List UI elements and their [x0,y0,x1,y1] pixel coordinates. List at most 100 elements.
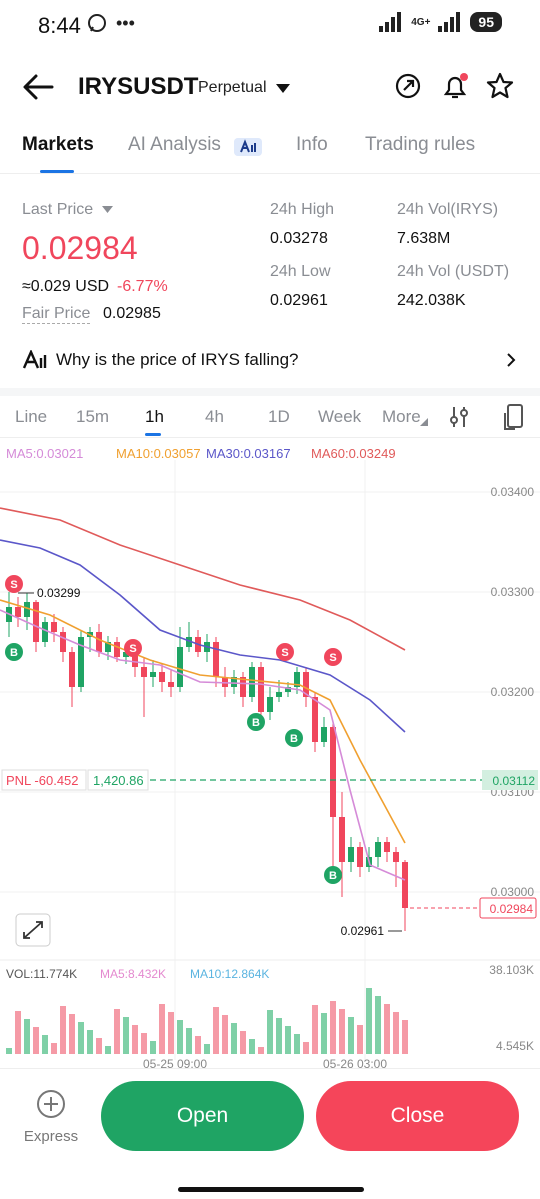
volume-bar [375,996,381,1054]
volume-bar [51,1043,57,1054]
close-position-button[interactable]: Close [316,1081,519,1151]
chevron-right-icon[interactable] [506,352,516,368]
volume-bar [60,1006,66,1054]
volume-bar [33,1027,39,1054]
buy-marker-letter: B [10,647,18,659]
tab-info[interactable]: Info [296,134,328,156]
sell-marker-letter: S [10,579,17,591]
candle [348,847,354,862]
volume-bar [303,1042,309,1054]
volume-bar [285,1026,291,1054]
candle [114,642,120,657]
symbol-title[interactable]: IRYSUSDT [78,73,198,101]
volume-bar [321,1013,327,1054]
volume-bar [159,1004,165,1054]
current-price-label: 0.02984 [490,902,534,916]
section-divider [0,388,540,396]
back-arrow-icon[interactable] [22,72,56,102]
interval-week[interactable]: Week [318,407,361,427]
fair-price: 0.02985 [103,305,161,322]
x-axis-label: 05-26 03:00 [323,1057,387,1068]
chevron-down-icon[interactable] [276,84,290,94]
candle [96,632,102,652]
sell-marker-letter: S [281,647,288,659]
more-notifications-icon: ••• [116,12,135,33]
volume-bar [78,1022,84,1054]
ai-insight-row[interactable]: Why is the price of IRYS falling? [0,340,540,380]
volume-bar [186,1028,192,1054]
interval-15m[interactable]: 15m [76,407,109,427]
y-tick-label: 0.03300 [491,585,535,599]
candle [177,647,183,687]
contract-type[interactable]: Perpetual [198,79,267,97]
price-alert-bell-icon[interactable] [440,72,470,102]
volume-bar [177,1020,183,1054]
ai-badge-icon [234,138,262,156]
header: IRYSUSDT Perpetual [0,60,540,116]
interval-1h[interactable]: 1h [145,407,164,427]
tab-markets[interactable]: Markets [22,134,94,156]
high-marker-label: 0.03299 [37,586,81,600]
active-tab-indicator [40,170,74,173]
last-price-label[interactable]: Last Price [22,201,93,219]
express-button[interactable]: Express [20,1089,82,1145]
candle [141,667,147,677]
open-position-button[interactable]: Open [101,1081,304,1151]
volume-bar [213,1007,219,1054]
volume-bar [87,1030,93,1054]
market-tabs: Markets AI Analysis Info Trading rules [0,128,540,174]
interval-1d[interactable]: 1D [268,407,290,427]
volume-bar [24,1019,30,1054]
y-tick-label: 0.03400 [491,485,535,499]
volume-bar [132,1025,138,1054]
candle [51,622,57,632]
candle [339,817,345,862]
vol-irys-value: 7.638M [397,230,451,247]
volume-bar [42,1035,48,1054]
ma10-legend: MA10:0.03057 [116,446,201,461]
favorite-star-icon[interactable] [486,72,514,100]
fullscreen-toggle-icon[interactable] [503,403,525,431]
bottom-action-bar: Express Open Close [0,1068,540,1199]
caret-down-icon[interactable] [102,206,113,214]
price-summary: Last Price 0.02984 ≈0.029 USD -6.77% Fai… [0,190,540,330]
tab-trading-rules[interactable]: Trading rules [365,134,475,156]
share-icon[interactable] [394,72,422,100]
candle [258,667,264,712]
volume-bar [168,1012,174,1054]
candle [42,622,48,642]
indicator-settings-icon[interactable] [447,405,471,429]
fair-price-label[interactable]: Fair Price [22,305,91,324]
candlestick-chart[interactable]: 0.034000.033000.032000.031000.030000.032… [0,460,540,1068]
volume-label: VOL:11.774K [6,967,77,981]
interval-4h[interactable]: 4h [205,407,224,427]
sell-marker-letter: S [329,652,336,664]
vol-usdt-value: 242.038K [397,292,466,309]
status-notification-icons: ••• [86,12,135,34]
volume-bar [195,1036,201,1054]
more-corner-icon [420,418,428,426]
sell-marker-letter: S [129,643,136,655]
entry-price-label: 0.03112 [493,774,536,788]
low-label: 24h Low [270,263,331,280]
price-change: -6.77% [117,278,168,295]
interval-bar: Line 15m 1h 4h 1D Week More [0,398,540,438]
volume-bar [114,1009,120,1054]
status-time: 8:44 [38,13,81,38]
tab-ai-analysis[interactable]: AI Analysis [128,134,221,156]
ma30-legend: MA30:0.03167 [206,446,291,461]
volume-bar [6,1048,12,1054]
interval-line[interactable]: Line [15,407,47,427]
interval-more[interactable]: More [382,407,421,427]
ai-insight-question[interactable]: Why is the price of IRYS falling? [56,350,299,370]
position-value-label: 1,420.86 [93,773,144,788]
status-bar: 8:44 ••• 4G+ 95 [0,0,540,50]
x-axis-label: 05-25 09:00 [143,1057,207,1068]
battery-indicator: 95 [470,12,502,32]
candle [150,672,156,677]
volume-bar [294,1034,300,1054]
candle [402,862,408,908]
express-label: Express [23,1128,79,1145]
candle [69,652,75,687]
candle [159,672,165,682]
